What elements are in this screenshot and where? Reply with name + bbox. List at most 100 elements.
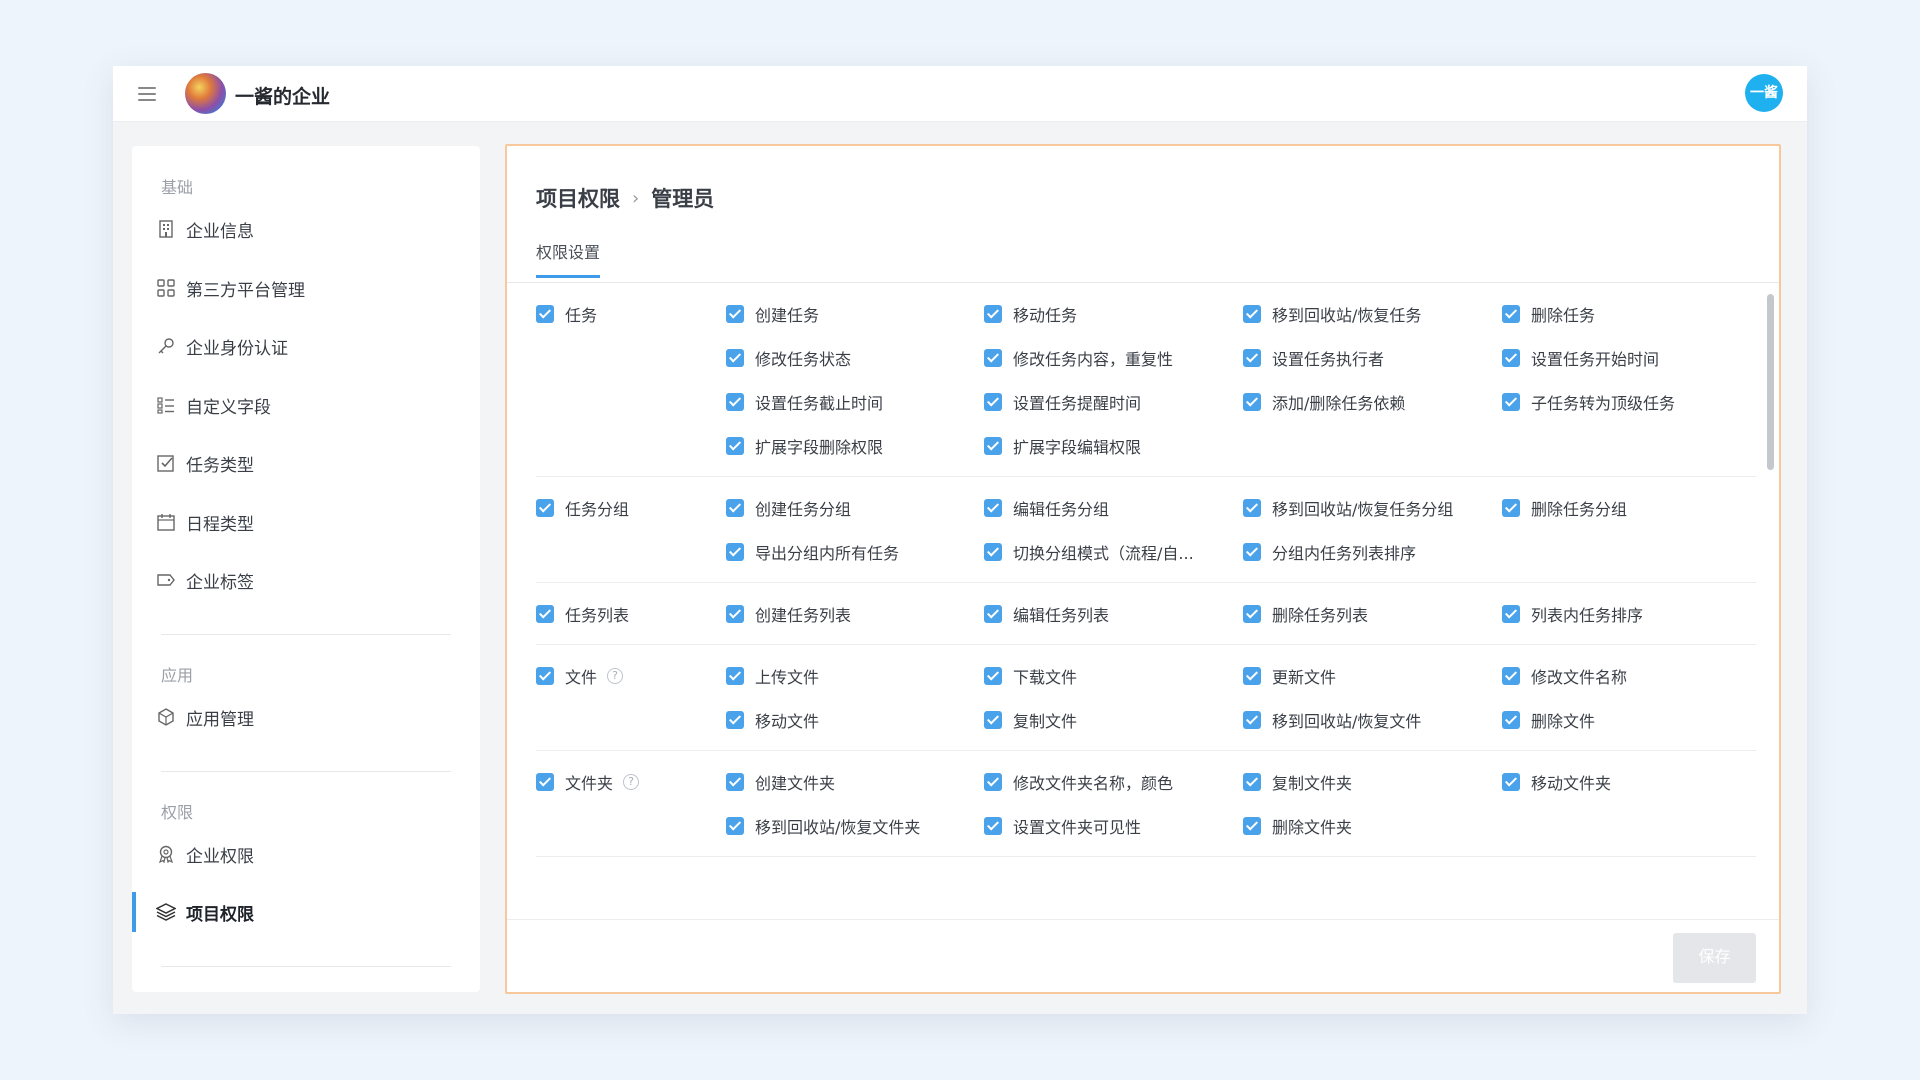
checkbox-checked-icon — [726, 393, 744, 411]
sidebar-item-custom-fields[interactable]: 自定义字段 — [132, 381, 480, 429]
checkbox-checked-icon — [1502, 773, 1520, 791]
permission-checkbox[interactable]: 删除任务分组 — [1502, 496, 1627, 520]
permission-checkbox[interactable]: 上传文件 — [726, 664, 819, 688]
breadcrumb-item[interactable]: 项目权限 — [536, 183, 620, 213]
checkbox-checked-icon — [984, 393, 1002, 411]
calendar-icon — [156, 512, 176, 532]
permission-label: 子任务转为顶级任务 — [1531, 394, 1676, 413]
section-checkbox[interactable]: 任务列表 — [536, 602, 629, 626]
save-button[interactable]: 保存 — [1673, 933, 1756, 983]
permission-checkbox[interactable]: 移到回收站/恢复文件夹 — [726, 814, 920, 838]
permission-checkbox[interactable]: 复制文件 — [984, 708, 1077, 732]
checkbox-checked-icon — [726, 499, 744, 517]
permission-label: 移动文件夹 — [1531, 774, 1612, 793]
permission-checkbox[interactable]: 更新文件 — [1243, 664, 1336, 688]
section-checkbox[interactable]: 任务分组 — [536, 496, 629, 520]
permission-checkbox[interactable]: 导出分组内所有任务 — [726, 540, 899, 564]
sidebar-item-label: 第三方平台管理 — [186, 280, 305, 301]
permission-label: 移到回收站/恢复文件 — [1272, 712, 1422, 731]
permission-checkbox[interactable]: 创建文件夹 — [726, 770, 835, 794]
sidebar-item-company-permissions[interactable]: 企业权限 — [132, 830, 480, 878]
sidebar-item-label: 企业信息 — [186, 221, 254, 242]
permission-label: 切换分组模式（流程/自... — [1013, 544, 1194, 563]
permission-checkbox[interactable]: 设置任务截止时间 — [726, 390, 883, 414]
checkbox-checked-icon — [984, 711, 1002, 729]
help-icon[interactable]: ? — [623, 774, 640, 790]
scrollbar[interactable] — [1767, 294, 1774, 470]
permission-checkbox[interactable]: 移动文件夹 — [1502, 770, 1611, 794]
permission-checkbox[interactable]: 编辑任务列表 — [984, 602, 1109, 626]
sidebar-item-company-info[interactable]: 企业信息 — [132, 205, 480, 253]
permission-checkbox[interactable]: 移动任务 — [984, 302, 1077, 326]
permission-checkbox[interactable]: 分组内任务列表排序 — [1243, 540, 1416, 564]
section-checkbox[interactable]: 文件? — [536, 664, 624, 688]
permission-checkbox[interactable]: 删除任务 — [1502, 302, 1595, 326]
permission-checkbox[interactable]: 移到回收站/恢复任务 — [1243, 302, 1421, 326]
section-title: 任务列表 — [565, 606, 630, 625]
permission-checkbox[interactable]: 创建任务列表 — [726, 602, 851, 626]
permission-label: 创建文件夹 — [755, 774, 836, 793]
sidebar-item-identity[interactable]: 企业身份认证 — [132, 322, 480, 370]
sidebar-divider — [161, 966, 451, 967]
user-avatar[interactable]: 一酱 — [1745, 74, 1783, 112]
help-icon[interactable]: ? — [607, 668, 624, 684]
permission-checkbox[interactable]: 子任务转为顶级任务 — [1502, 390, 1675, 414]
checkbox-checked-icon — [984, 349, 1002, 367]
sidebar-item-label: 企业权限 — [186, 846, 254, 867]
checkbox-checked-icon — [1243, 499, 1261, 517]
permission-checkbox[interactable]: 修改文件名称 — [1502, 664, 1627, 688]
section-checkbox[interactable]: 任务 — [536, 302, 597, 326]
sidebar-item-tags[interactable]: 企业标签 — [132, 556, 480, 604]
permission-checkbox[interactable]: 编辑任务分组 — [984, 496, 1109, 520]
checkbox-checked-icon — [726, 711, 744, 729]
key-icon — [156, 336, 176, 356]
org-avatar — [185, 73, 226, 114]
permission-label: 复制文件 — [1013, 712, 1078, 731]
sidebar-item-third-party[interactable]: 第三方平台管理 — [132, 264, 480, 312]
permission-checkbox[interactable]: 创建任务分组 — [726, 496, 851, 520]
section-checkbox[interactable]: 文件夹? — [536, 770, 640, 794]
permission-checkbox[interactable]: 添加/删除任务依赖 — [1243, 390, 1405, 414]
permission-checkbox[interactable]: 创建任务 — [726, 302, 819, 326]
permission-label: 分组内任务列表排序 — [1272, 544, 1417, 563]
permission-section: 文件夹? 创建文件夹 修改文件夹名称，颜色 复制文件夹 移动文件夹移到回收站/恢复文件夹… — [536, 751, 1756, 857]
permission-checkbox[interactable]: 设置任务开始时间 — [1502, 346, 1659, 370]
hamburger-menu-icon[interactable] — [136, 83, 158, 105]
permission-label: 更新文件 — [1272, 668, 1337, 687]
permission-checkbox[interactable]: 删除任务列表 — [1243, 602, 1368, 626]
sidebar-item-app-management[interactable]: 应用管理 — [132, 693, 480, 741]
permission-checkbox[interactable]: 移到回收站/恢复任务分组 — [1243, 496, 1453, 520]
sidebar-item-label: 企业身份认证 — [186, 338, 288, 359]
permission-checkbox[interactable]: 修改任务内容，重复性 — [984, 346, 1173, 370]
permission-label: 创建任务分组 — [755, 500, 852, 519]
permission-checkbox[interactable]: 扩展字段编辑权限 — [984, 434, 1141, 458]
permission-checkbox[interactable]: 删除文件 — [1502, 708, 1595, 732]
checkbox-checked-icon — [1243, 543, 1261, 561]
permission-section: 文件? 上传文件 下载文件 更新文件 修改文件名称移动文件 复制文件 移到回收站/恢复文件 删… — [536, 645, 1756, 751]
permission-checkbox[interactable]: 设置文件夹可见性 — [984, 814, 1141, 838]
sidebar-item-schedule-types[interactable]: 日程类型 — [132, 498, 480, 546]
permission-label: 移到回收站/恢复文件夹 — [755, 818, 921, 837]
permission-label: 创建任务列表 — [755, 606, 852, 625]
permission-checkbox[interactable]: 修改文件夹名称，颜色 — [984, 770, 1173, 794]
permission-label: 移动任务 — [1013, 306, 1078, 325]
permission-checkbox[interactable]: 设置任务执行者 — [1243, 346, 1384, 370]
permission-checkbox[interactable]: 修改任务状态 — [726, 346, 851, 370]
permission-checkbox[interactable]: 移动文件 — [726, 708, 819, 732]
permission-checkbox[interactable]: 复制文件夹 — [1243, 770, 1352, 794]
permission-checkbox[interactable]: 扩展字段删除权限 — [726, 434, 883, 458]
sidebar-item-project-permissions[interactable]: 项目权限 — [132, 888, 480, 936]
sidebar-item-label: 任务类型 — [186, 455, 254, 476]
permission-checkbox[interactable]: 删除文件夹 — [1243, 814, 1352, 838]
permission-checkbox[interactable]: 列表内任务排序 — [1502, 602, 1643, 626]
tab-permission-settings[interactable]: 权限设置 — [536, 239, 601, 278]
checkbox-checked-icon — [1502, 667, 1520, 685]
permission-label: 扩展字段删除权限 — [755, 438, 884, 457]
permission-label: 移到回收站/恢复任务 — [1272, 306, 1422, 325]
permission-checkbox[interactable]: 移到回收站/恢复文件 — [1243, 708, 1421, 732]
permission-checkbox[interactable]: 设置任务提醒时间 — [984, 390, 1141, 414]
permission-checkbox[interactable]: 切换分组模式（流程/自... — [984, 540, 1194, 564]
permission-section: 任务 创建任务 移动任务 移到回收站/恢复任务 删除任务修改任务状态 修改任务内容，重复性… — [536, 283, 1756, 477]
permission-checkbox[interactable]: 下载文件 — [984, 664, 1077, 688]
sidebar-item-task-types[interactable]: 任务类型 — [132, 439, 480, 487]
